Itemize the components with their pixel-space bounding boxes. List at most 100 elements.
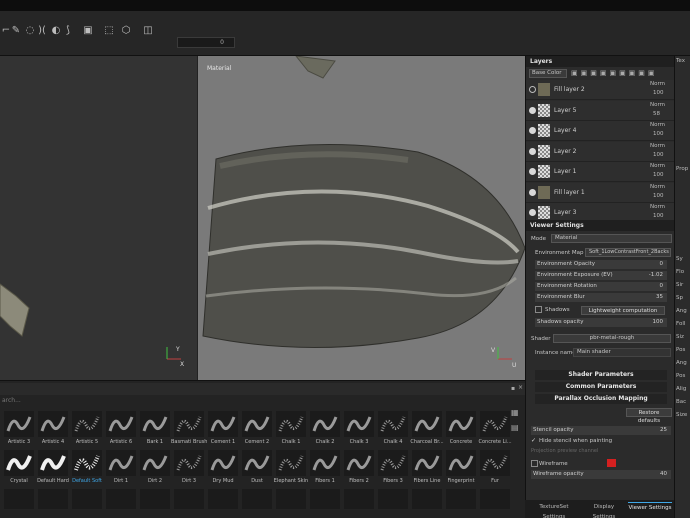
wireframe-opacity-slider[interactable]: Wireframe opacity 40 — [531, 470, 671, 479]
shelf-item-thumbnail[interactable] — [446, 411, 476, 437]
geometry-icon[interactable]: )( — [36, 25, 48, 37]
shelf-item-thumbnail[interactable] — [276, 411, 306, 437]
viewport-3d[interactable]: Y X — [0, 56, 197, 380]
eraser-icon[interactable]: ✎ — [10, 25, 22, 37]
shelf-item-thumbnail[interactable] — [4, 450, 34, 476]
projection-icon[interactable]: ◌ — [24, 25, 36, 37]
shelf-item-thumbnail[interactable] — [480, 489, 510, 509]
hide-stencil-checkbox[interactable]: ✓ — [531, 437, 536, 444]
shelf-item-thumbnail[interactable] — [4, 411, 34, 437]
shelf-item-thumbnail[interactable] — [446, 489, 476, 509]
shelf-item-thumbnail[interactable] — [310, 450, 340, 476]
tab-viewer-settings[interactable]: Viewer Settings — [628, 502, 672, 512]
wireframe-color-swatch[interactable] — [607, 459, 616, 467]
shelf-item-thumbnail[interactable] — [276, 489, 306, 509]
section-common-parameters[interactable]: Common Parameters — [535, 382, 667, 392]
section-shader-parameters[interactable]: Shader Parameters — [535, 370, 667, 380]
shelf-item-thumbnail[interactable] — [242, 450, 272, 476]
shelf-item-thumbnail[interactable] — [106, 411, 136, 437]
shelf-item-thumbnail[interactable] — [310, 489, 340, 509]
shelf-item-thumbnail[interactable] — [140, 450, 170, 476]
layer-opacity[interactable]: 100 — [653, 213, 664, 219]
layer-opacity[interactable]: 100 — [653, 90, 664, 96]
layer-opacity[interactable]: 100 — [653, 172, 664, 178]
shelf-item-thumbnail[interactable] — [4, 489, 34, 509]
shelf-item-thumbnail[interactable] — [106, 450, 136, 476]
shelf-item-thumbnail[interactable] — [38, 450, 68, 476]
shelf-item-thumbnail[interactable] — [412, 450, 442, 476]
mode-select[interactable]: Material — [551, 234, 672, 243]
shelf-item-thumbnail[interactable] — [174, 450, 204, 476]
layer-row[interactable]: Layer 2 Norm 100 — [526, 141, 675, 162]
layer-toolbar-icons[interactable]: ▣▣▣▣▣▣▣▣▣ — [571, 69, 658, 77]
camera-icon[interactable]: ◫ — [142, 25, 154, 37]
layer-blend-mode[interactable]: Norm — [650, 81, 665, 87]
layer-opacity[interactable]: 100 — [653, 131, 664, 137]
shelf-item-thumbnail[interactable] — [72, 411, 102, 437]
shelf-item-thumbnail[interactable] — [208, 489, 238, 509]
wireframe-checkbox[interactable] — [531, 460, 538, 467]
shelf-item-thumbnail[interactable] — [344, 450, 374, 476]
layer-blend-mode[interactable]: Norm — [650, 122, 665, 128]
shelf-item-thumbnail[interactable] — [480, 411, 510, 437]
shelf-item-thumbnail[interactable] — [140, 489, 170, 509]
toolbar-value-field[interactable]: 0 — [177, 37, 235, 48]
shelf-item-thumbnail[interactable] — [208, 411, 238, 437]
clone-icon[interactable]: ⟆ — [62, 25, 74, 37]
layer-blend-mode[interactable]: Norm — [650, 163, 665, 169]
shelf-item-thumbnail[interactable] — [140, 411, 170, 437]
shelf-item-thumbnail[interactable] — [378, 489, 408, 509]
lazy-icon[interactable]: ⬡ — [120, 25, 132, 37]
shelf-item-thumbnail[interactable] — [276, 450, 306, 476]
shelf-item-thumbnail[interactable] — [344, 489, 374, 509]
shelf-item-thumbnail[interactable] — [174, 411, 204, 437]
layer-blend-mode[interactable]: Norm — [650, 184, 665, 190]
layer-row[interactable]: Layer 4 Norm 100 — [526, 121, 675, 141]
shelf-item-thumbnail[interactable] — [106, 489, 136, 509]
bake-icon[interactable]: ▣ — [82, 25, 94, 37]
shelf-item-thumbnail[interactable] — [72, 489, 102, 509]
pin-icon[interactable]: ▪ — [511, 385, 515, 392]
stencil-opacity-slider[interactable]: Stencil opacity 25 — [531, 426, 671, 435]
layer-opacity[interactable]: 100 — [653, 193, 664, 199]
shelf-item-thumbnail[interactable] — [480, 450, 510, 476]
layer-opacity[interactable]: 58 — [653, 111, 660, 117]
viewport-2d[interactable]: Material V U — [197, 56, 526, 380]
environment-slider[interactable]: Environment Blur 35 — [535, 293, 667, 302]
visibility-eye-icon[interactable] — [529, 127, 536, 134]
filter-icon[interactable]: ▤ — [511, 423, 519, 432]
environment-slider[interactable]: Environment Exposure (EV) -1.02 — [535, 271, 667, 280]
smudge-icon[interactable]: ◐ — [50, 25, 62, 37]
close-icon[interactable]: × — [518, 384, 523, 391]
environment-slider[interactable]: Environment Rotation 0 — [535, 282, 667, 291]
shelf-item-thumbnail[interactable] — [72, 450, 102, 476]
shadows-computation-button[interactable]: Lightweight computation — [581, 306, 665, 315]
visibility-eye-icon[interactable] — [529, 188, 536, 196]
instance-name-input[interactable]: Main shader — [573, 348, 671, 357]
visibility-eye-icon[interactable] — [529, 106, 536, 114]
layer-blend-mode[interactable]: Norm — [650, 102, 665, 108]
shelf-item-thumbnail[interactable] — [38, 411, 68, 437]
restore-defaults-button[interactable]: Restore defaults — [626, 408, 672, 424]
layer-blend-mode[interactable]: Norm — [650, 204, 665, 210]
projection-preview-select[interactable]: Projection preview channel — [531, 447, 671, 456]
shelf-search-input[interactable]: arch... — [0, 397, 525, 407]
shadows-opacity-slider[interactable]: Shadows opacity 100 — [535, 318, 667, 327]
env-map-select[interactable]: Soft_1LowContrastFront_2Backs — [585, 248, 671, 257]
shader-select[interactable]: pbr-metal-rough — [553, 334, 671, 343]
visibility-eye-icon[interactable] — [529, 86, 536, 93]
shelf-item-thumbnail[interactable] — [412, 489, 442, 509]
layer-row[interactable]: Layer 1 Norm 100 — [526, 162, 675, 182]
layer-blend-mode[interactable]: Norm — [650, 143, 665, 149]
shelf-item-thumbnail[interactable] — [344, 411, 374, 437]
channel-select[interactable]: Base Color — [529, 69, 567, 78]
visibility-eye-icon[interactable] — [529, 147, 536, 155]
layer-row[interactable]: Layer 5 Norm 58 — [526, 100, 675, 121]
shelf-item-thumbnail[interactable] — [378, 450, 408, 476]
section-parallax-occlusion[interactable]: Parallax Occlusion Mapping — [535, 394, 667, 404]
environment-slider[interactable]: Environment Opacity 0 — [535, 260, 667, 269]
shelf-item-thumbnail[interactable] — [242, 489, 272, 509]
shelf-item-thumbnail[interactable] — [208, 450, 238, 476]
tab-textureset-settings[interactable]: TextureSet Settings — [528, 502, 580, 518]
grid-view-icon[interactable]: ▦ — [511, 408, 519, 417]
